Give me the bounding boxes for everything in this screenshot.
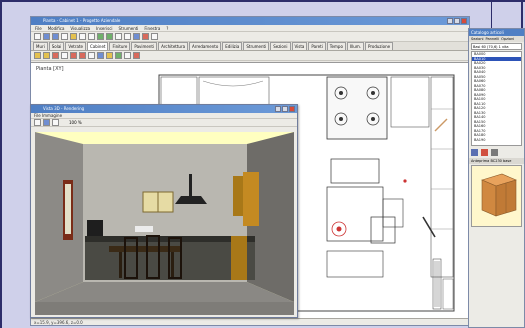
properties-icon[interactable]: [491, 148, 498, 156]
zoom-out-icon[interactable]: [124, 33, 131, 40]
molding-icon[interactable]: [106, 52, 113, 59]
catalog-panel: Catalogo articoli Sezioni Pannelli Opzio…: [468, 28, 525, 328]
catalog-item-list[interactable]: BA000 BA010 BA020 BA030 BA040 BA050 BA06…: [471, 51, 522, 146]
main-titlebar[interactable]: Pianta - Cabinet 1 - Progetto Aziendale: [31, 17, 469, 25]
paste-icon[interactable]: [88, 33, 95, 40]
tab-walls[interactable]: Muri: [33, 42, 48, 50]
countertop-icon[interactable]: [97, 52, 104, 59]
list-item[interactable]: BA190: [472, 138, 521, 143]
view3d-close-icon[interactable]: [289, 106, 295, 112]
tab-tools[interactable]: Strumenti: [243, 42, 270, 50]
tab-strip: Muri Solai Vetrate Cabinet Finiture Pavi…: [31, 42, 469, 51]
sink-icon[interactable]: [79, 52, 86, 59]
handle-icon[interactable]: [88, 52, 95, 59]
catalog-tab-sections[interactable]: Sezioni: [471, 36, 484, 42]
kitchen-render-image: [35, 132, 294, 315]
print-icon[interactable]: [61, 33, 68, 40]
frame-line-top: [0, 0, 525, 2]
frame-line-left: [0, 0, 2, 328]
close-icon[interactable]: [461, 18, 467, 24]
secondary-toolbar: [31, 51, 469, 61]
tab-floors[interactable]: Solai: [48, 42, 65, 50]
minimize-icon[interactable]: [447, 18, 453, 24]
view3d-title: Vista 3D - Rendering: [43, 106, 85, 111]
maximize-icon[interactable]: [454, 18, 460, 24]
view3d-maximize-icon[interactable]: [282, 106, 288, 112]
tab-architecture[interactable]: Architettura: [158, 42, 189, 50]
save-icon[interactable]: [52, 33, 59, 40]
catalog-tab-options[interactable]: Opzioni: [501, 36, 514, 42]
tab-floorings[interactable]: Pavimenti: [131, 42, 158, 50]
tab-view[interactable]: Vista: [291, 42, 308, 50]
view3d-camera-icon[interactable]: [43, 119, 50, 126]
undo-icon[interactable]: [97, 33, 104, 40]
cabinet-tall-icon[interactable]: [52, 52, 59, 59]
catalog-panel-title: Catalogo articoli: [469, 29, 524, 36]
view3d-window: Vista 3D - Rendering File Immagine 100 %: [30, 104, 298, 318]
tab-production[interactable]: Produzione: [365, 42, 394, 50]
catalog-tab-panels[interactable]: Pannelli: [486, 36, 500, 42]
tab-cabinet[interactable]: Cabinet: [87, 42, 109, 50]
appliance-icon[interactable]: [70, 52, 77, 59]
view3d-print-icon[interactable]: [52, 119, 59, 126]
main-toolbar: [31, 32, 469, 42]
pan-icon[interactable]: [133, 33, 140, 40]
catalog-category-select[interactable]: Basi 60 (70,6) 1 vita: [471, 43, 522, 50]
menu-item-edit[interactable]: Modifica: [48, 25, 65, 31]
new-icon[interactable]: [34, 33, 41, 40]
tab-finishes[interactable]: Finiture: [109, 42, 131, 50]
menu-item-insert[interactable]: Inserisci: [96, 25, 112, 31]
catalog-panel-tabs: Sezioni Pannelli Opzioni: [469, 36, 524, 42]
view3d-save-icon[interactable]: [34, 119, 41, 126]
delete-icon[interactable]: [133, 52, 140, 59]
menu-item-window[interactable]: Finestra: [144, 25, 160, 31]
menu-item-file[interactable]: File: [35, 25, 42, 31]
cabinet-wall-icon[interactable]: [43, 52, 50, 59]
window-controls: [447, 18, 467, 24]
tab-walls2[interactable]: Pareti: [308, 42, 326, 50]
menu-item-tools[interactable]: Strumenti: [119, 25, 139, 31]
view3d-toolbar: 100 %: [31, 119, 297, 127]
view3d-minimize-icon[interactable]: [275, 106, 281, 112]
open-icon[interactable]: [43, 33, 50, 40]
status-coordinates: x=15.9, y=396.6, z=0.0: [34, 320, 83, 325]
align-icon[interactable]: [124, 52, 131, 59]
frame-line-mid: [491, 0, 492, 28]
view3d-window-controls: [275, 106, 295, 112]
tab-windows[interactable]: Vetrate: [65, 42, 87, 50]
preview-caption: Anteprima BC230 base: [469, 158, 524, 164]
catalog-actions: [469, 146, 524, 158]
menu-item-view[interactable]: Visualizza: [70, 25, 90, 31]
tab-time[interactable]: Tempo: [326, 42, 346, 50]
view3d-zoom-value[interactable]: 100 %: [69, 120, 82, 125]
cut-icon[interactable]: [70, 33, 77, 40]
main-title: Pianta - Cabinet 1 - Progetto Aziendale: [43, 18, 121, 23]
render-icon[interactable]: [142, 33, 149, 40]
redo-icon[interactable]: [106, 33, 113, 40]
tab-lighting[interactable]: Illum.: [346, 42, 364, 50]
menu-item-help[interactable]: ?: [166, 25, 168, 31]
remove-icon[interactable]: [481, 148, 488, 156]
cabinet-base-icon[interactable]: [34, 52, 41, 59]
kitchen-render[interactable]: [35, 132, 294, 315]
cabinet-preview: [471, 165, 522, 227]
measure-icon[interactable]: [151, 33, 158, 40]
zoom-in-icon[interactable]: [115, 33, 122, 40]
main-menubar: File Modifica Visualizza Inserisci Strum…: [31, 25, 469, 32]
status-bar: x=15.9, y=396.6, z=0.0: [31, 318, 469, 325]
tab-furnishing[interactable]: Arredamento: [189, 42, 222, 50]
tab-sections[interactable]: Sezioni: [270, 42, 291, 50]
rotate-icon[interactable]: [115, 52, 122, 59]
tab-building[interactable]: Edilizia: [222, 42, 243, 50]
copy-icon[interactable]: [79, 33, 86, 40]
cabinet-preview-image: [481, 173, 517, 217]
plan-view-label: Pianta [XY]: [36, 66, 64, 72]
cabinet-corner-icon[interactable]: [61, 52, 68, 59]
pick-icon[interactable]: [471, 148, 478, 156]
view3d-titlebar[interactable]: Vista 3D - Rendering: [31, 105, 297, 113]
